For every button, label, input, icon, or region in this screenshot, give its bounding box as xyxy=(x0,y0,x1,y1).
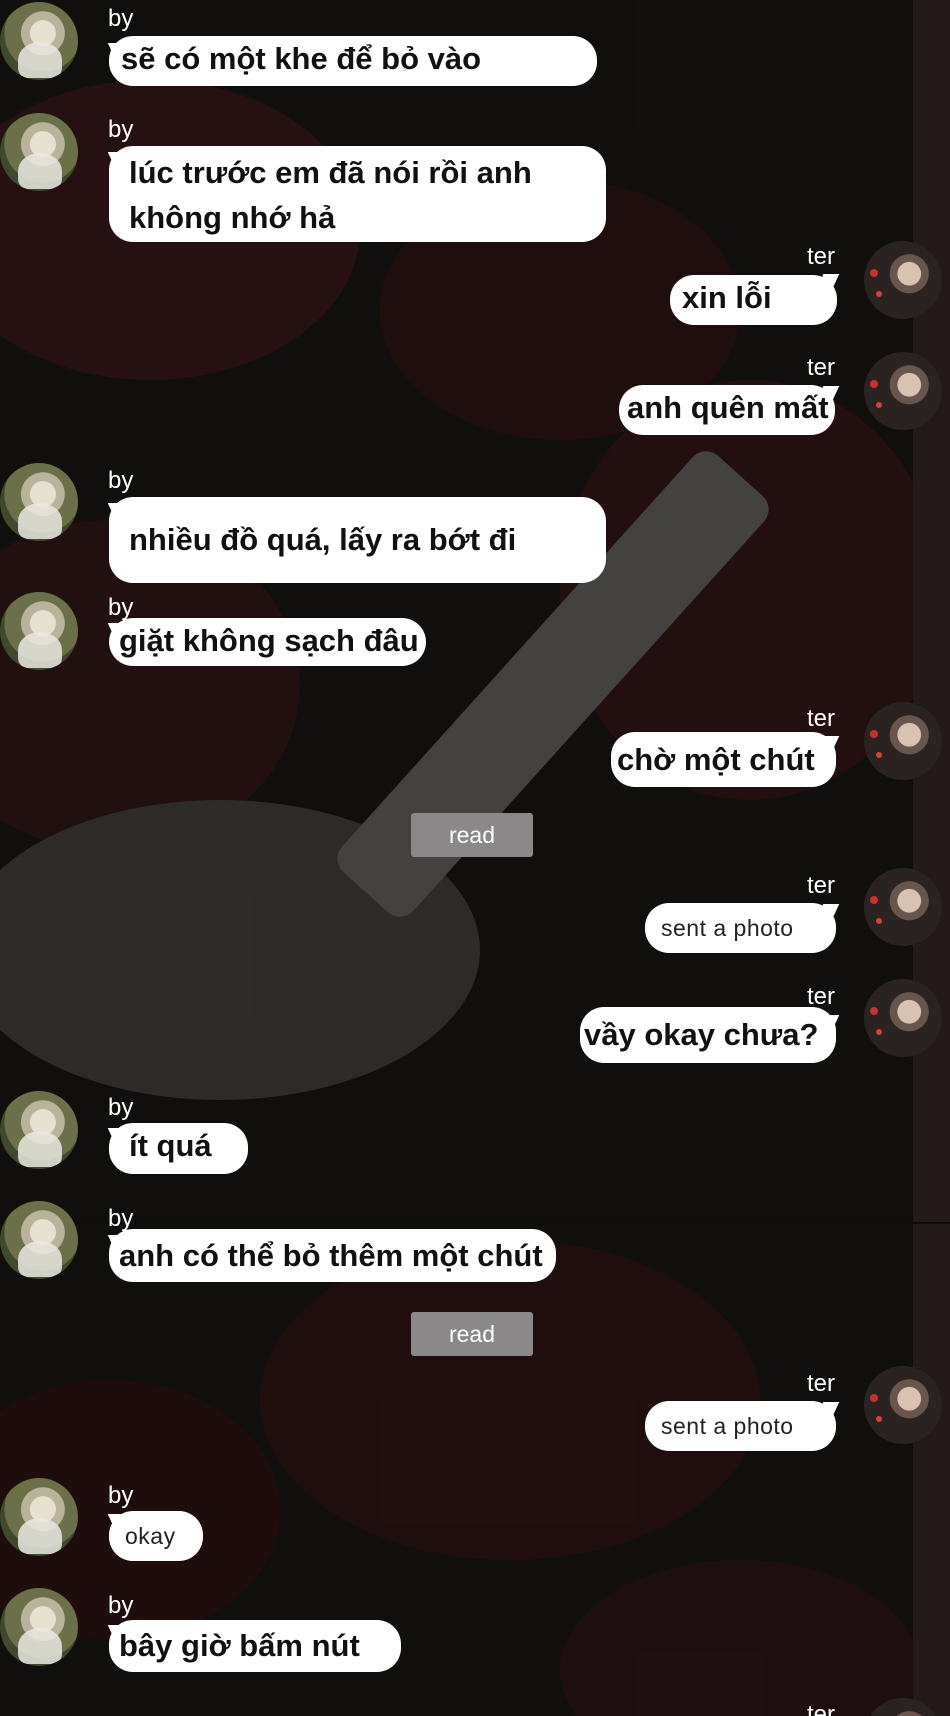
contact-avatar[interactable] xyxy=(0,1478,78,1556)
contact-avatar[interactable] xyxy=(864,352,942,430)
sender-name: by xyxy=(108,1094,134,1121)
message-bubble[interactable]: anh có thể bỏ thêm một chút xyxy=(109,1229,556,1282)
message-row: ter sent a photo xyxy=(0,1366,950,1466)
read-receipt: read xyxy=(411,813,533,857)
message-row: ter xyxy=(0,1696,950,1716)
message-bubble[interactable]: giặt không sạch đâu xyxy=(109,618,426,666)
message-row: by nhiều đồ quá, lấy ra bớt đi xyxy=(0,463,950,593)
message-row: by bây giờ bấm nút xyxy=(0,1588,950,1688)
sender-name: by xyxy=(108,116,134,143)
sender-name: by xyxy=(108,1482,134,1509)
sender-name: by xyxy=(108,5,134,32)
message-bubble[interactable]: chờ một chút xyxy=(611,732,836,787)
message-row: ter anh quên mất xyxy=(0,352,950,452)
message-bubble[interactable]: xin lỗi xyxy=(670,275,837,325)
message-row: ter chờ một chút xyxy=(0,702,950,802)
photo-message-bubble[interactable]: sent a photo xyxy=(645,1401,836,1451)
sender-name: by xyxy=(108,1592,134,1619)
contact-avatar[interactable] xyxy=(0,2,78,80)
contact-avatar[interactable] xyxy=(0,1201,78,1279)
photo-message-bubble[interactable]: sent a photo xyxy=(645,903,836,953)
sender-name: ter xyxy=(806,872,835,899)
message-bubble[interactable]: lúc trước em đã nói rồi anh không nhớ hả xyxy=(109,146,606,242)
read-receipt: read xyxy=(411,1312,533,1356)
sender-name: ter xyxy=(806,243,835,270)
contact-avatar[interactable] xyxy=(864,241,942,319)
message-bubble[interactable]: sẽ có một khe để bỏ vào xyxy=(109,36,597,86)
sender-name: by xyxy=(108,1205,134,1232)
message-bubble[interactable]: bây giờ bấm nút xyxy=(109,1620,401,1672)
contact-avatar[interactable] xyxy=(864,1366,942,1444)
message-row: by giặt không sạch đâu xyxy=(0,590,950,680)
sender-name: ter xyxy=(806,1370,835,1397)
contact-avatar[interactable] xyxy=(864,979,942,1057)
contact-avatar[interactable] xyxy=(0,1588,78,1666)
sender-name: ter xyxy=(806,1701,835,1716)
contact-avatar[interactable] xyxy=(864,868,942,946)
message-row: by lúc trước em đã nói rồi anh không nhớ… xyxy=(0,110,950,250)
message-row: ter vầy okay chưa? xyxy=(0,979,950,1079)
message-row: ter xin lỗi xyxy=(0,240,950,340)
contact-avatar[interactable] xyxy=(864,702,942,780)
contact-avatar[interactable] xyxy=(0,1091,78,1169)
message-bubble[interactable]: okay xyxy=(109,1511,203,1561)
message-row: ter sent a photo xyxy=(0,868,950,968)
message-row: by ít quá xyxy=(0,1090,950,1190)
message-bubble[interactable]: ít quá xyxy=(109,1123,248,1174)
contact-avatar[interactable] xyxy=(0,113,78,191)
message-bubble[interactable]: anh quên mất xyxy=(619,385,835,435)
sender-name: ter xyxy=(806,354,835,381)
contact-avatar[interactable] xyxy=(0,463,78,541)
message-bubble[interactable]: nhiều đồ quá, lấy ra bớt đi xyxy=(109,497,606,583)
message-row: by okay xyxy=(0,1478,950,1578)
message-bubble[interactable]: vầy okay chưa? xyxy=(580,1007,836,1063)
message-row: by sẽ có một khe để bỏ vào xyxy=(0,0,950,100)
sender-name: by xyxy=(108,594,134,621)
sender-name: by xyxy=(108,467,134,494)
contact-avatar[interactable] xyxy=(864,1698,942,1716)
sender-name: ter xyxy=(806,705,835,732)
message-row: by anh có thể bỏ thêm một chút xyxy=(0,1201,950,1301)
contact-avatar[interactable] xyxy=(0,592,78,670)
